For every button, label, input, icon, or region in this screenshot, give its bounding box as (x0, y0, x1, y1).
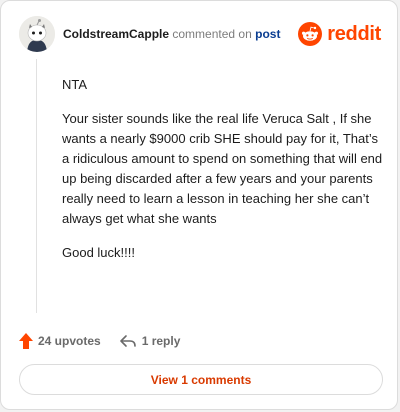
post-link[interactable]: post (255, 27, 280, 41)
reply-button[interactable]: 1 reply (119, 334, 181, 348)
snoo-avatar-icon (19, 16, 55, 52)
action-text: commented on (172, 27, 252, 41)
view-comments-label: View 1 comments (150, 372, 252, 387)
comment-body: NTA Your sister sounds like the real lif… (62, 75, 384, 277)
comment-header: ColdstreamCapple commented on post reddi… (19, 15, 383, 53)
upvote-button[interactable]: 24 upvotes (19, 333, 101, 349)
username-link[interactable]: ColdstreamCapple (63, 27, 169, 41)
upvote-count: 24 upvotes (38, 334, 101, 348)
comment-paragraph: Good luck!!!! (62, 245, 135, 260)
brand-wordmark: reddit (327, 22, 381, 45)
reply-arrow-icon (119, 335, 136, 347)
user-avatar[interactable] (19, 16, 55, 52)
thread-line (36, 59, 37, 313)
comment-meta: ColdstreamCapple commented on post (63, 27, 280, 41)
comment-actions: 24 upvotes 1 reply (19, 331, 180, 351)
reddit-brand[interactable]: reddit (298, 21, 381, 47)
reddit-logo-icon (298, 22, 323, 46)
comment-paragraph: Your sister sounds like the real life Ve… (62, 111, 383, 226)
comment-card: ColdstreamCapple commented on post reddi… (0, 0, 398, 410)
reply-count: 1 reply (141, 334, 181, 348)
comment-paragraph: NTA (62, 77, 88, 92)
view-comments-button[interactable]: View 1 comments (19, 364, 383, 395)
upvote-arrow-icon (19, 333, 33, 349)
